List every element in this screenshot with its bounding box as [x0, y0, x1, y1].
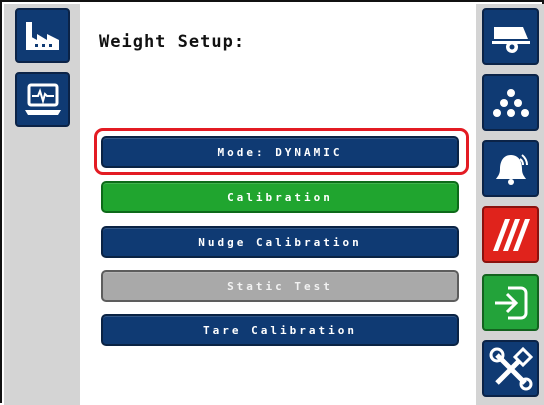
spreader-cart-button[interactable] — [482, 8, 539, 65]
stripes-button[interactable] — [482, 206, 539, 263]
alarm-bell-icon — [495, 153, 528, 185]
static-test-button[interactable]: Static Test — [101, 270, 459, 302]
factory-button[interactable] — [15, 8, 70, 63]
dots-button[interactable] — [482, 74, 539, 131]
alarm-button[interactable] — [482, 140, 539, 197]
dots-triangle-icon — [492, 88, 529, 117]
monitor-diagnostics-icon — [24, 83, 61, 115]
stripes-icon — [492, 218, 530, 251]
tools-button[interactable] — [482, 340, 539, 397]
enter-button[interactable] — [482, 274, 539, 331]
left-nav-bar — [4, 4, 80, 405]
factory-icon — [25, 21, 59, 50]
enter-arrow-icon — [494, 286, 527, 319]
calibration-button[interactable]: Calibration — [101, 181, 459, 213]
mode-button[interactable]: Mode: DYNAMIC — [101, 136, 459, 168]
tools-icon — [489, 346, 533, 390]
nudge-calibration-button[interactable]: Nudge Calibration — [101, 226, 459, 258]
spreader-cart-icon — [491, 26, 530, 53]
diagnostics-button[interactable] — [15, 72, 70, 127]
page-title: Weight Setup: — [99, 32, 246, 52]
screen: Weight Setup: Mode: DYNAMIC Calibration … — [0, 0, 544, 405]
tare-calibration-button[interactable]: Tare Calibration — [101, 314, 459, 346]
